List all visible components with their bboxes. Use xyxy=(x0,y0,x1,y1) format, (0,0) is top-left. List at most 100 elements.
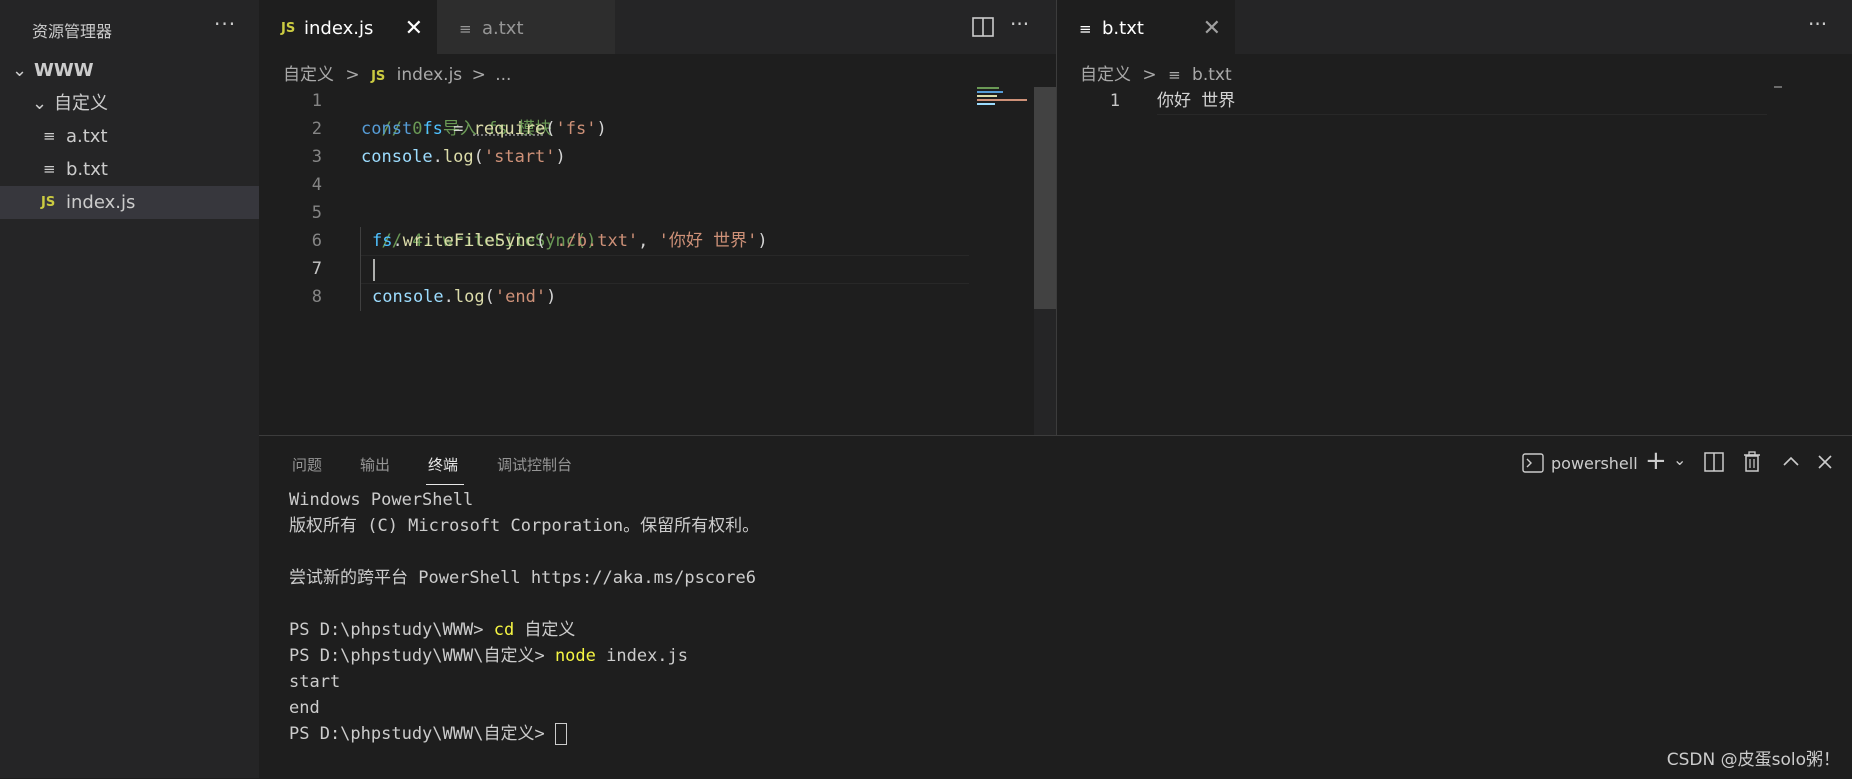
tab-label: b.txt xyxy=(1102,18,1144,39)
tree-file-a-txt[interactable]: ≡ a.txt xyxy=(0,120,259,153)
code-string: 'fs' xyxy=(555,119,597,139)
breadcrumb-file[interactable]: b.txt xyxy=(1192,65,1232,85)
terminal-line: PS D:\phpstudy\WWW> cd 自定义 xyxy=(289,617,575,643)
close-icon[interactable]: ✕ xyxy=(1203,0,1221,58)
code-function: require xyxy=(473,119,546,139)
breadcrumb-folder[interactable]: 自定义 xyxy=(1080,65,1131,85)
code-line-8[interactable]: console.log('end') xyxy=(372,283,556,311)
chevron-down-icon: ⌄ xyxy=(12,60,28,81)
terminal-icon xyxy=(1522,453,1544,473)
explorer-title: 资源管理器 xyxy=(32,22,113,41)
code-variable: console xyxy=(372,287,444,307)
terminal-line: Windows PowerShell xyxy=(289,490,474,510)
tab-b-txt[interactable]: ≡ b.txt ✕ xyxy=(1057,0,1235,54)
terminal-argument: 自定义 xyxy=(514,620,576,640)
breadcrumb: 自定义 > ≡ b.txt xyxy=(1080,60,1232,85)
minimap[interactable] xyxy=(1774,86,1782,88)
split-terminal-icon[interactable] xyxy=(1704,452,1724,472)
close-icon[interactable]: ✕ xyxy=(405,0,423,58)
code-variable: fs xyxy=(422,119,443,139)
chevron-down-icon[interactable]: ⌄ xyxy=(1673,450,1686,469)
js-file-icon: JS xyxy=(371,69,386,84)
text-cursor xyxy=(373,259,375,281)
code-punct: ( xyxy=(484,287,495,307)
watermark: CSDN @皮蛋solo粥！ xyxy=(1666,750,1840,770)
active-tab-indicator xyxy=(426,484,464,485)
tree-folder-custom[interactable]: ⌄ 自定义 xyxy=(0,87,259,120)
terminal-line: PS D:\phpstudy\WWW\自定义> node index.js xyxy=(289,643,688,669)
more-actions-icon[interactable]: ··· xyxy=(214,12,236,36)
close-panel-icon[interactable] xyxy=(1817,454,1833,470)
line-number: 1 xyxy=(1109,91,1120,111)
minimap[interactable] xyxy=(977,87,1033,105)
breadcrumb: 自定义 > JS index.js > ... xyxy=(283,60,511,85)
code-string: '你好 世界' xyxy=(658,231,758,251)
code-punct: ) xyxy=(596,119,607,139)
tree-label: a.txt xyxy=(66,126,108,147)
tree-file-index-js[interactable]: JS index.js xyxy=(0,186,259,219)
code-punct: . xyxy=(443,287,454,307)
split-editor-icon[interactable] xyxy=(972,17,994,37)
maximize-panel-icon[interactable] xyxy=(1782,455,1800,467)
code-function: log xyxy=(442,147,474,167)
terminal-line: 尝试新的跨平台 PowerShell https://aka.ms/pscore… xyxy=(289,568,756,588)
code-punct: ) xyxy=(757,231,768,251)
terminal-shell-name[interactable]: powershell xyxy=(1551,454,1638,473)
panel-tab-terminal[interactable]: 终端 xyxy=(428,454,458,475)
terminal-command: node xyxy=(554,646,596,666)
breadcrumb-separator: > xyxy=(471,65,486,85)
terminal-line: 版权所有 (C) Microsoft Corporation。保留所有权利。 xyxy=(289,516,760,536)
tab-index-js[interactable]: JS index.js ✕ xyxy=(259,0,437,54)
tree-folder-www[interactable]: ⌄ WWW xyxy=(0,54,259,87)
new-terminal-icon[interactable]: + xyxy=(1645,446,1667,476)
breadcrumb-separator: > xyxy=(1142,65,1157,85)
current-line-highlight xyxy=(1157,87,1767,115)
panel-tab-problems[interactable]: 问题 xyxy=(292,454,322,475)
trash-icon[interactable] xyxy=(1743,451,1761,472)
code-operator: = xyxy=(442,119,474,139)
line-number: 8 xyxy=(311,287,322,307)
breadcrumb-more[interactable]: ... xyxy=(495,65,511,85)
code-line-5[interactable]: // 4. writeFileSync() xyxy=(361,199,596,251)
tab-a-txt[interactable]: ≡ a.txt xyxy=(437,0,615,54)
text-content[interactable]: 你好 世界 xyxy=(1157,87,1235,115)
line-number: 7 xyxy=(311,259,322,279)
scrollbar-thumb[interactable] xyxy=(1034,87,1056,309)
more-actions-icon[interactable]: ··· xyxy=(1010,12,1029,36)
breadcrumb-separator: > xyxy=(345,65,360,85)
code-line-3[interactable]: console.log('start') xyxy=(361,143,566,171)
code-punct: ( xyxy=(545,119,556,139)
code-punct: ( xyxy=(535,231,547,251)
code-string: 'end' xyxy=(494,287,547,307)
line-number: 1 xyxy=(311,91,322,111)
text-file-icon: ≡ xyxy=(1079,20,1092,38)
panel-tab-debug-console[interactable]: 调试控制台 xyxy=(497,454,572,475)
text-file-icon: ≡ xyxy=(43,127,56,145)
more-actions-icon[interactable]: ··· xyxy=(1808,12,1827,36)
line-number: 3 xyxy=(311,147,322,167)
code-function: log xyxy=(453,287,485,307)
tree-label: index.js xyxy=(66,192,136,213)
breadcrumb-file[interactable]: index.js xyxy=(397,65,463,85)
code-punct: ) xyxy=(555,147,566,167)
text-file-icon: ≡ xyxy=(43,160,56,178)
code-punct: ( xyxy=(473,147,484,167)
code-keyword: const xyxy=(361,119,413,139)
line-number: 6 xyxy=(311,231,322,251)
breadcrumb-folder[interactable]: 自定义 xyxy=(283,65,334,85)
tree-file-b-txt[interactable]: ≡ b.txt xyxy=(0,153,259,186)
code-variable: fs xyxy=(372,231,393,251)
terminal-cursor xyxy=(554,723,567,745)
line-number: 5 xyxy=(311,203,322,223)
code-line-1[interactable]: // 0. 导入 fs 模块 xyxy=(361,87,551,139)
terminal-line: end xyxy=(289,698,320,718)
code-line-2[interactable]: const fs = require('fs') xyxy=(361,115,607,143)
terminal-prompt: PS D:\phpstudy\WWW> xyxy=(289,620,494,640)
terminal-prompt: PS D:\phpstudy\WWW\自定义> xyxy=(289,724,555,744)
code-function: writeFileSync xyxy=(402,231,536,251)
code-string: 'start' xyxy=(483,147,556,167)
code-line-6[interactable]: fs.writeFileSync('./b.txt', '你好 世界') xyxy=(372,227,768,255)
terminal-line[interactable]: PS D:\phpstudy\WWW\自定义> xyxy=(289,721,567,747)
panel-tab-output[interactable]: 输出 xyxy=(360,454,390,475)
line-number: 2 xyxy=(311,119,322,139)
